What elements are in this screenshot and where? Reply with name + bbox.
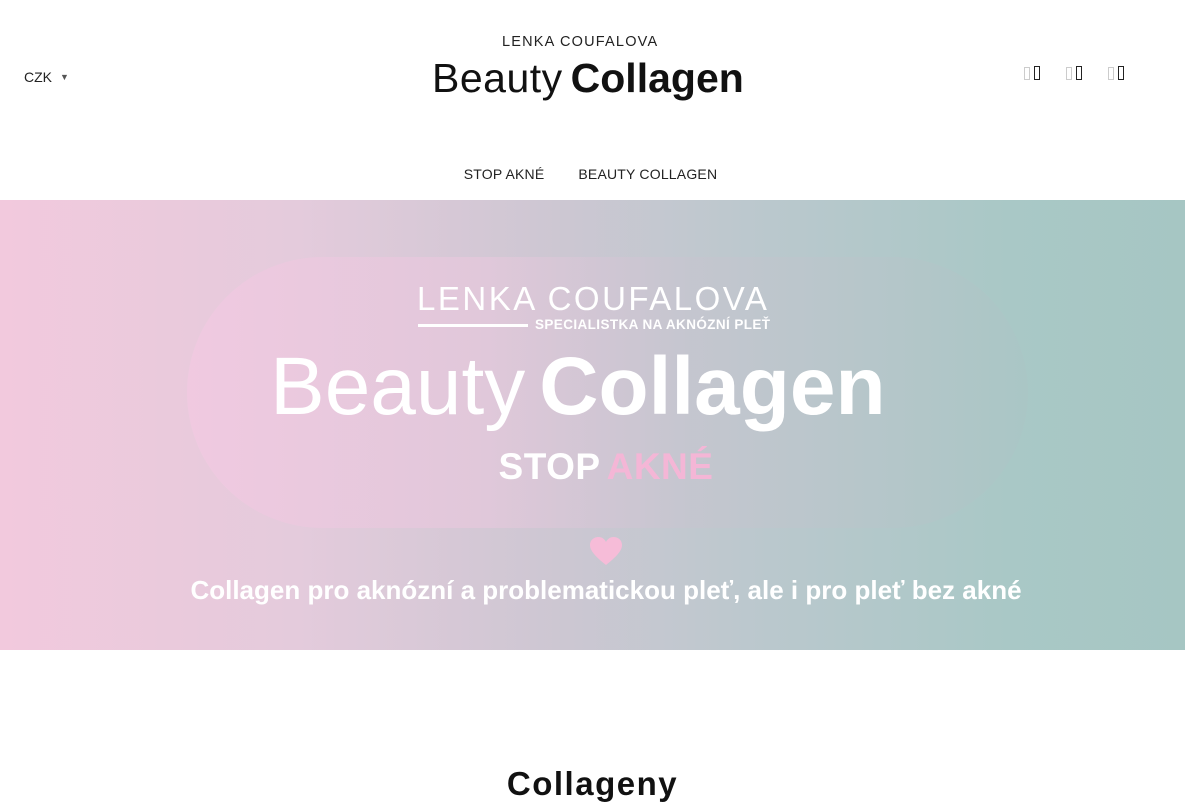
logo-brand-name: LENKA COUFALOVA	[502, 34, 659, 50]
main-nav: STOP AKNÉ BEAUTY COLLAGEN	[0, 166, 1185, 182]
hero-brand-subtitle: SPECIALISTKA NA AKNÓZNÍ PLEŤ	[535, 317, 771, 332]
account-icon[interactable]	[1066, 66, 1082, 80]
section-title: Collageny	[506, 765, 679, 803]
logo-wordmark: Beauty Collagen	[432, 58, 744, 99]
page: CZK ▼ LENKA COUFALOVA Beauty Collagen ST…	[0, 0, 1185, 803]
logo-word-light: Beauty	[432, 55, 563, 101]
currency-selector[interactable]: CZK ▼	[24, 68, 69, 86]
heart-icon	[590, 537, 622, 565]
scrollbar[interactable]	[1185, 0, 1200, 800]
header-icons	[1024, 66, 1124, 80]
hero-brand-name: LENKA COUFALOVA	[417, 280, 770, 317]
search-icon-placeholder	[1024, 66, 1030, 80]
cart-icon[interactable]	[1108, 66, 1124, 80]
hero-brand-underline	[418, 324, 528, 327]
chevron-down-icon: ▼	[60, 72, 69, 82]
logo-word-bold: Collagen	[570, 55, 744, 101]
search-icon-glyph	[1034, 66, 1040, 80]
hero-banner[interactable]: LENKA COUFALOVA SPECIALISTKA NA AKNÓZNÍ …	[0, 200, 1185, 650]
hero-title-light: Beauty	[270, 341, 526, 432]
search-icon[interactable]	[1024, 66, 1040, 80]
hero-title-bold: Collagen	[539, 341, 886, 432]
hero-akne-word: AKNÉ	[606, 446, 714, 487]
hero-stop-word: STOP	[498, 446, 601, 487]
cart-icon-glyph	[1118, 66, 1124, 80]
site-header: CZK ▼ LENKA COUFALOVA Beauty Collagen ST…	[0, 0, 1185, 200]
currency-label: CZK	[24, 69, 52, 85]
account-icon-placeholder	[1066, 66, 1072, 80]
hero-title: Beauty Collagen	[270, 346, 886, 428]
nav-item-stop-akne[interactable]: STOP AKNÉ	[464, 166, 545, 182]
hero-tagline: Collagen pro aknózní a problematickou pl…	[190, 575, 1022, 605]
cart-icon-placeholder	[1108, 66, 1114, 80]
hero-stop-akne: STOP AKNÉ	[0, 446, 1185, 488]
site-logo[interactable]: LENKA COUFALOVA Beauty Collagen	[430, 30, 760, 114]
account-icon-glyph	[1076, 66, 1082, 80]
nav-item-beauty-collagen[interactable]: BEAUTY COLLAGEN	[578, 166, 717, 182]
